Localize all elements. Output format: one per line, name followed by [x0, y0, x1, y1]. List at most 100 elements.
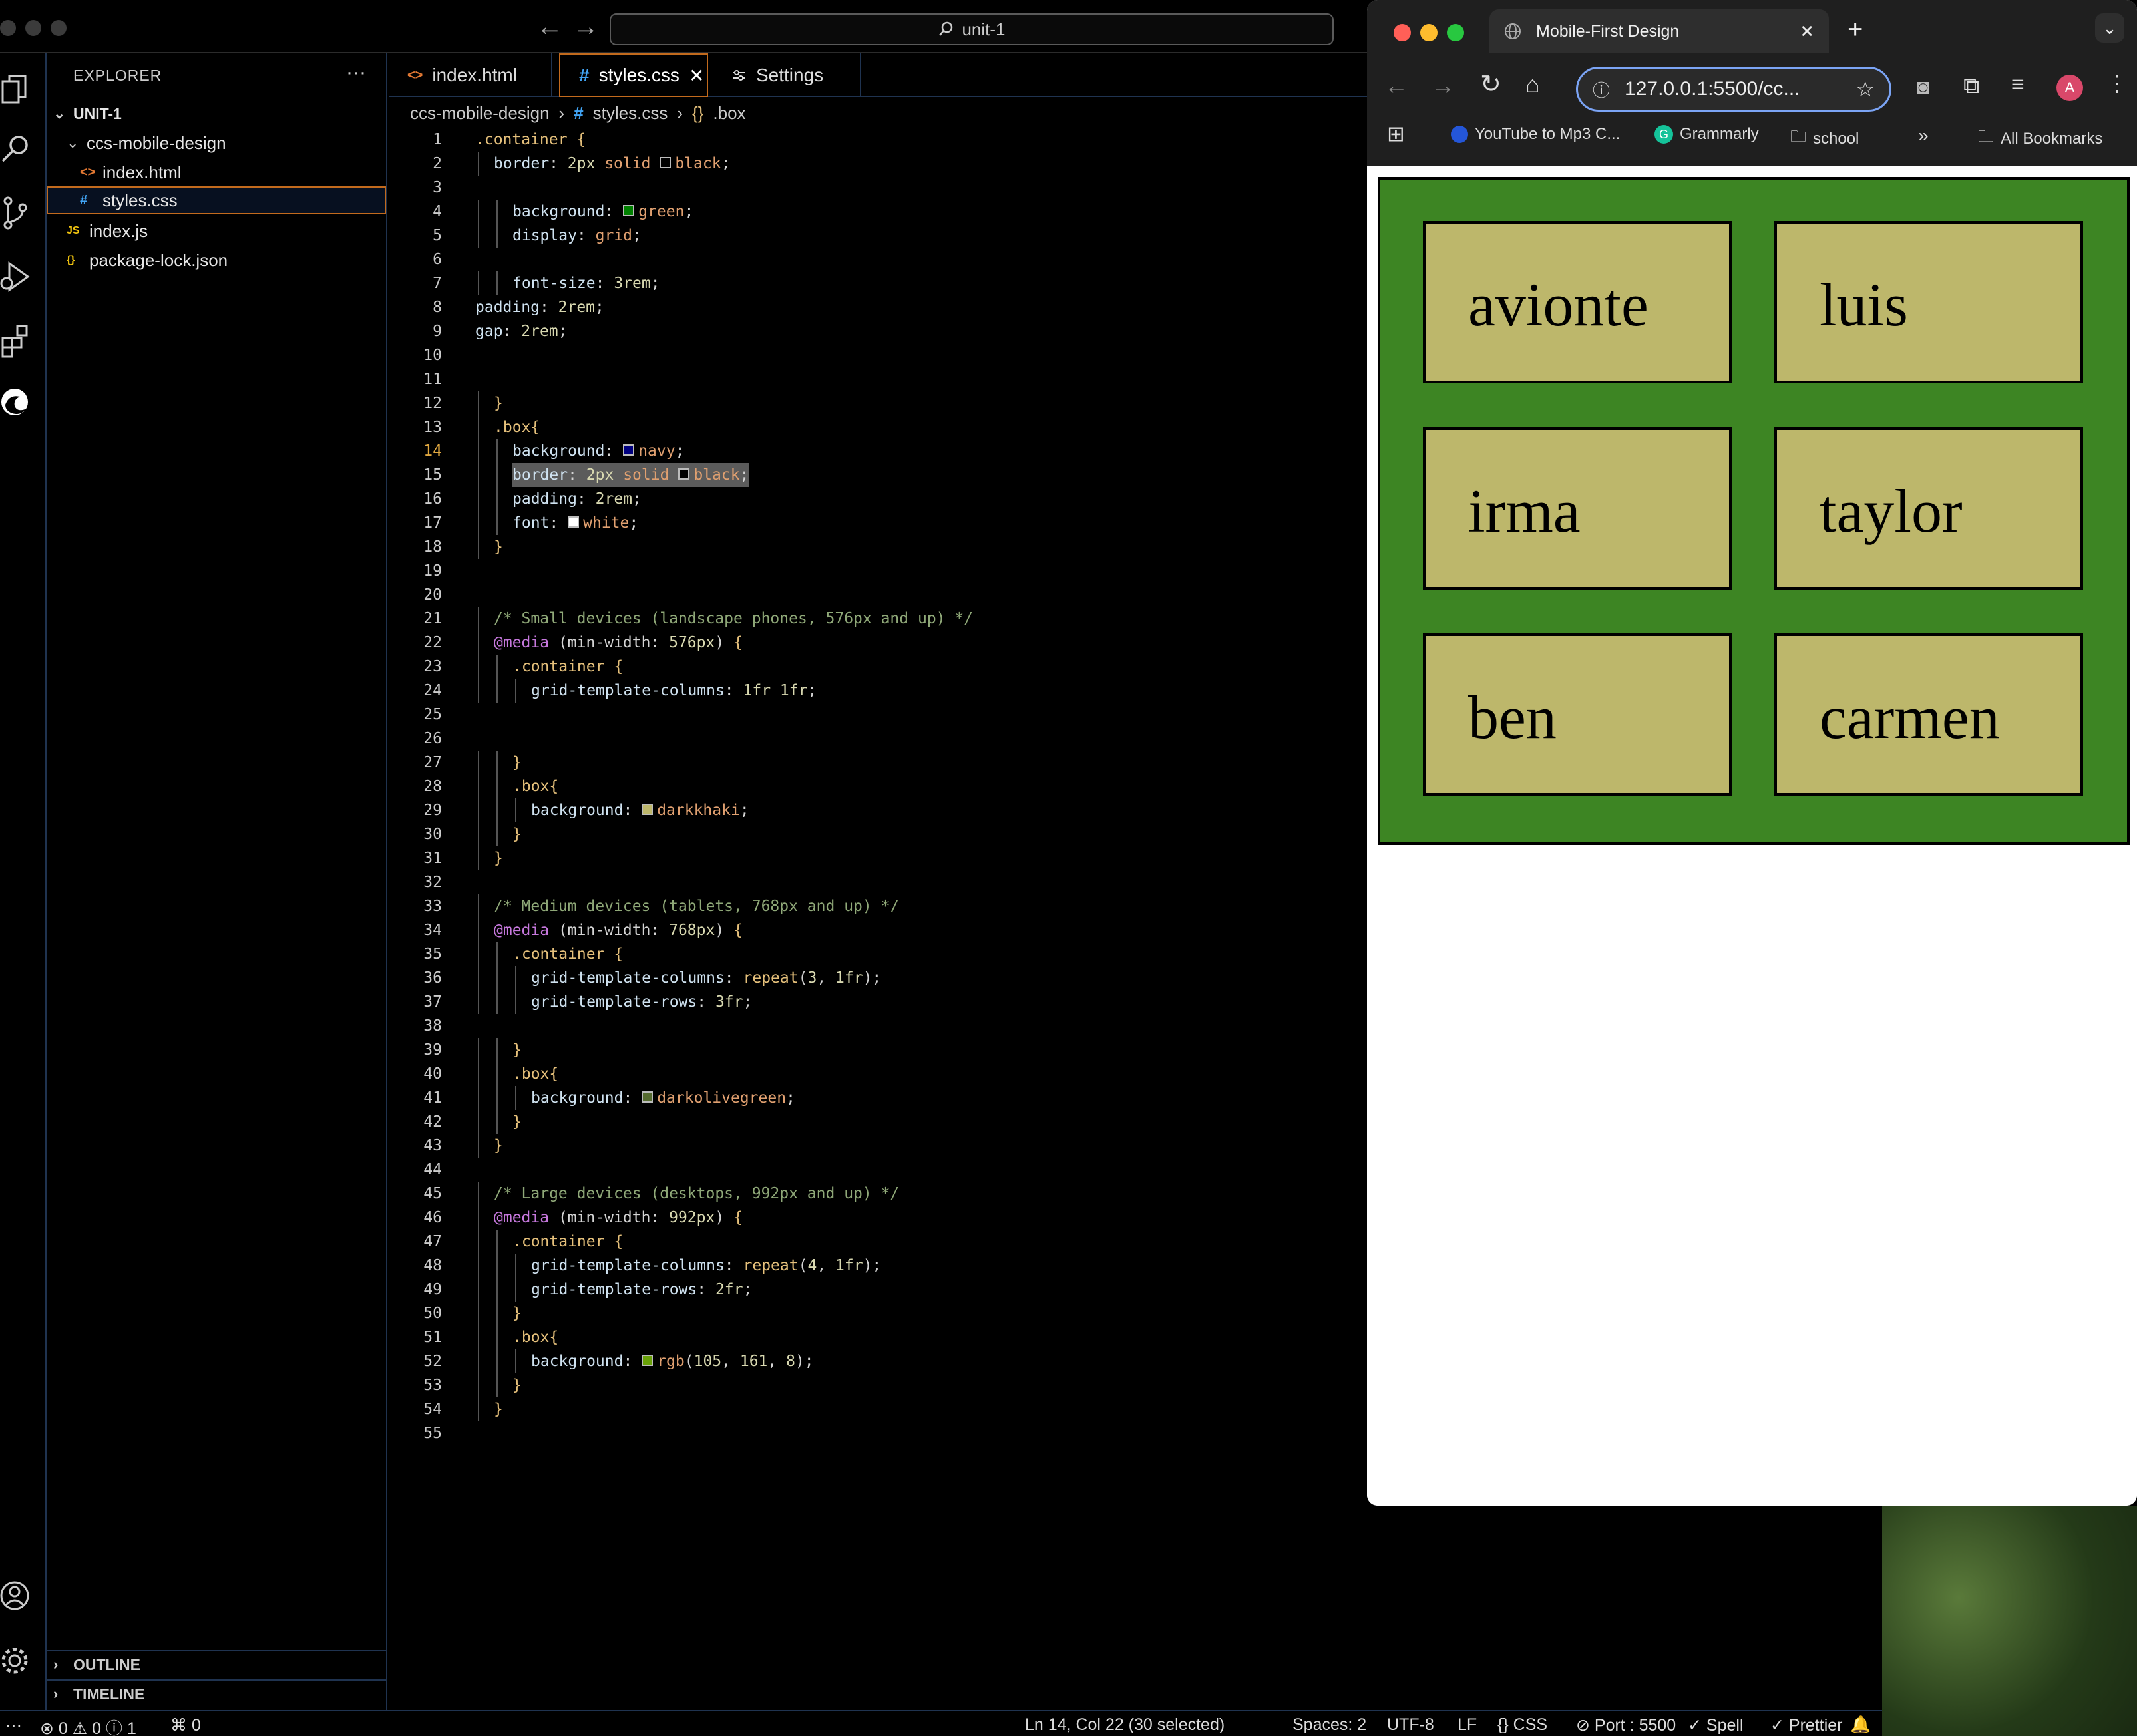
more-bookmarks-icon[interactable]: » [1918, 125, 1929, 146]
html-file-icon: <> [80, 164, 96, 180]
reload-icon[interactable]: ↻ [1480, 69, 1501, 99]
bookmark-youtube-mp3[interactable]: YouTube to Mp3 C... [1451, 125, 1620, 144]
ports-status[interactable]: ⌘ 0 [170, 1715, 201, 1735]
line-number: 23 [423, 658, 442, 675]
command-center-text: unit-1 [962, 19, 1006, 39]
tab-label: styles.css [598, 65, 680, 85]
edge-devtools-icon[interactable] [0, 382, 31, 422]
line-number: 47 [423, 1233, 442, 1250]
language-mode[interactable]: {} CSS [1497, 1715, 1547, 1735]
spell-check-status[interactable]: ✓ Spell [1688, 1715, 1744, 1735]
run-debug-icon[interactable] [0, 257, 31, 297]
color-swatch-icon[interactable] [642, 804, 654, 815]
extensions-icon[interactable] [0, 319, 31, 359]
bookmark-label: school [1813, 129, 1859, 148]
forward-arrow-icon[interactable]: → [1431, 72, 1455, 100]
remote-indicator-icon[interactable]: ⋯ [5, 1715, 22, 1735]
file-index-html[interactable]: <> index.html [47, 158, 386, 186]
tab-settings[interactable]: Settings [712, 53, 861, 97]
spell-label: Spell [1706, 1716, 1744, 1735]
color-swatch-icon[interactable] [642, 1091, 654, 1103]
command-center-search[interactable]: unit-1 [610, 13, 1334, 45]
indent-guide [478, 1373, 479, 1397]
color-swatch-icon[interactable] [623, 205, 635, 216]
color-swatch-icon[interactable] [623, 444, 635, 456]
grammarly-icon: G [1654, 125, 1673, 144]
browser-tab-title: Mobile-First Design [1536, 21, 1680, 41]
code-text: font: white; [512, 514, 639, 532]
camera-icon[interactable]: ◙ [1917, 75, 1929, 99]
indent-guide [515, 1349, 516, 1373]
line-number: 39 [423, 1041, 442, 1059]
line-number: 11 [423, 371, 442, 388]
back-arrow-icon[interactable]: ← [536, 12, 563, 42]
line-number: 20 [423, 586, 442, 604]
source-control-icon[interactable] [0, 193, 31, 233]
browser-menu-icon[interactable]: ⋮ [2106, 71, 2128, 97]
maximize-window-icon[interactable] [1447, 24, 1464, 41]
outline-label: OUTLINE [73, 1655, 140, 1673]
address-bar[interactable]: ⓘ 127.0.0.1:5500/cc... ☆ [1576, 67, 1891, 112]
line-number: 34 [423, 922, 442, 939]
profile-avatar[interactable]: A [2056, 75, 2083, 101]
explorer-files-icon[interactable] [0, 68, 31, 108]
code-text: } [494, 1137, 503, 1154]
indent-guide [515, 1278, 516, 1302]
file-styles-css[interactable]: # styles.css [47, 186, 386, 214]
line-number: 38 [423, 1017, 442, 1035]
site-info-icon[interactable]: ⓘ [1593, 77, 1610, 102]
breadcrumb-item[interactable]: styles.css [593, 103, 668, 124]
problems-status[interactable]: ⊗ 0 ⚠ 0 ⓘ 1 [40, 1715, 136, 1736]
color-swatch-icon[interactable] [678, 468, 690, 480]
all-bookmarks[interactable]: 🗀 All Bookmarks [1978, 125, 2102, 152]
home-icon[interactable]: ⌂ [1525, 71, 1540, 98]
breadcrumb-item[interactable]: ccs-mobile-design [410, 103, 550, 124]
extensions-puzzle-icon[interactable]: ⧉ [1963, 73, 1979, 99]
notifications-bell-icon[interactable]: 🔔 [1850, 1715, 1871, 1735]
media-queue-icon[interactable]: ≡ [2011, 72, 2025, 98]
more-actions-icon[interactable]: ··· [346, 61, 366, 84]
bookmark-folder-school[interactable]: 🗀 school [1790, 125, 1859, 152]
forward-arrow-icon[interactable]: → [572, 12, 599, 42]
prettier-status[interactable]: ✓ Prettier [1770, 1715, 1843, 1735]
folder-label: ccs-mobile-design [87, 132, 226, 153]
new-tab-icon[interactable]: + [1847, 15, 1863, 45]
outline-panel-header[interactable]: › OUTLINE [47, 1650, 386, 1678]
file-index-js[interactable]: JS index.js [47, 217, 386, 245]
close-tab-icon[interactable]: ✕ [1800, 21, 1814, 42]
window-control-icon[interactable] [0, 20, 16, 36]
search-icon[interactable] [0, 130, 31, 170]
apps-grid-icon[interactable]: ⊞ [1387, 121, 1405, 146]
live-server-port[interactable]: ⊘ Port : 5500 [1576, 1715, 1676, 1735]
indentation-status[interactable]: Spaces: 2 [1292, 1715, 1366, 1735]
timeline-panel-header[interactable]: › TIMELINE [47, 1679, 386, 1707]
breadcrumb-item[interactable]: .box [713, 103, 745, 124]
account-icon[interactable] [0, 1576, 31, 1616]
tab-index-html[interactable]: <> index.html [389, 53, 552, 97]
minimize-window-icon[interactable] [1420, 24, 1438, 41]
window-control-icon[interactable] [51, 20, 67, 36]
color-swatch-icon[interactable] [660, 157, 672, 168]
close-window-icon[interactable] [1394, 24, 1411, 41]
file-package-lock-json[interactable]: {} package-lock.json [47, 246, 386, 274]
encoding-status[interactable]: UTF-8 [1387, 1715, 1434, 1735]
bookmark-star-icon[interactable]: ☆ [1855, 77, 1875, 102]
workspace-root[interactable]: ⌄ UNIT-1 [47, 100, 386, 128]
folder-ccs-mobile-design[interactable]: ⌄ ccs-mobile-design [47, 129, 386, 157]
cursor-position[interactable]: Ln 14, Col 22 (30 selected) [1025, 1715, 1225, 1735]
window-control-icon[interactable] [25, 20, 41, 36]
manage-gear-icon[interactable] [0, 1641, 31, 1681]
tab-styles-css[interactable]: # styles.css ✕ [559, 53, 708, 97]
eol-status[interactable]: LF [1457, 1715, 1477, 1735]
code-text: gap: 2rem; [475, 323, 568, 340]
browser-tab[interactable]: Mobile-First Design ✕ [1489, 9, 1829, 53]
close-icon[interactable]: ✕ [689, 65, 704, 87]
back-arrow-icon[interactable]: ← [1384, 72, 1408, 100]
code-text: .box{ [512, 1065, 559, 1083]
bookmark-grammarly[interactable]: G Grammarly [1654, 125, 1759, 144]
tab-search-chevron-icon[interactable]: ⌄ [2095, 13, 2124, 43]
color-swatch-icon[interactable] [568, 516, 580, 528]
color-swatch-icon[interactable] [642, 1355, 654, 1366]
indent-guide [496, 1325, 498, 1349]
code-text: background: green; [512, 203, 694, 220]
